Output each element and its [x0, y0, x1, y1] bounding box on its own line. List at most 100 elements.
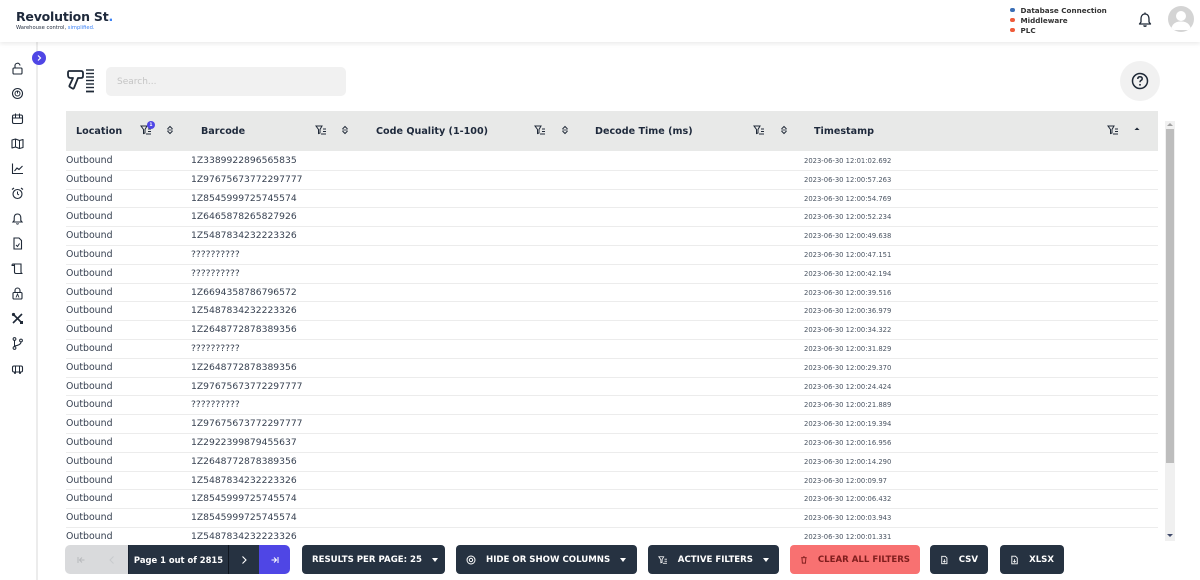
caret-down-icon	[620, 557, 627, 562]
export-csv-button[interactable]: CSV	[930, 545, 988, 574]
sort-icon[interactable]	[339, 124, 351, 136]
table-header: Location 1 Barcode Code Quality (1-100) …	[66, 111, 1158, 151]
table-row[interactable]: Outbound 1Z2922399879455637 2023-06-30 12:…	[66, 434, 1158, 453]
cell-timestamp: 2023-06-30 12:01:02.692	[804, 157, 892, 165]
git-branch-icon[interactable]	[11, 337, 24, 350]
table-row[interactable]: Outbound 1Z97675673772297777 2023-06-30 12…	[66, 415, 1158, 434]
table-row[interactable]: Outbound 1Z5487834232223326 2023-06-30 12:…	[66, 302, 1158, 322]
previous-page-button[interactable]	[96, 545, 128, 574]
filter-icon	[658, 555, 667, 564]
cell-location: Outbound	[66, 155, 113, 166]
trash-icon	[801, 555, 807, 564]
cell-barcode: 1Z8545999725745574	[191, 493, 297, 505]
cell-location: Outbound	[66, 211, 113, 223]
table-row[interactable]: Outbound 1Z8545999725745574 2023-06-30 12:…	[66, 190, 1158, 209]
chart-line-icon[interactable]	[11, 162, 24, 175]
scrollbar-thumb[interactable]	[1166, 129, 1174, 463]
table-row[interactable]: Outbound?????????? 2023-06-30 12:00:42.19…	[66, 265, 1158, 284]
column-header-location[interactable]: Location	[76, 111, 122, 151]
cell-location: Outbound	[66, 286, 113, 298]
table-row[interactable]: Outbound 1Z5487834232223326 2023-06-30 12:…	[66, 472, 1158, 491]
scroll-down-arrow-icon[interactable]	[1167, 534, 1173, 537]
table-row[interactable]: Outbound 1Z8545999725745574 2023-06-30 12:…	[66, 490, 1158, 510]
sort-icon[interactable]	[559, 124, 571, 136]
bell-icon[interactable]	[11, 212, 24, 225]
table-row[interactable]: Outbound 1Z6465878265827926 2023-06-30 12:…	[66, 208, 1158, 228]
filter-icon[interactable]	[534, 124, 546, 136]
last-page-button[interactable]	[259, 545, 290, 574]
filter-icon[interactable]	[1107, 124, 1119, 136]
column-header-decode-time[interactable]: Decode Time (ms)	[595, 111, 693, 151]
active-filters-button[interactable]: ACTIVE FILTERS	[648, 545, 779, 574]
lock-icon[interactable]	[11, 287, 24, 300]
bell-icon[interactable]	[1138, 12, 1152, 28]
cell-location: Outbound	[66, 248, 113, 260]
column-header-barcode[interactable]: Barcode	[201, 111, 245, 151]
export-xlsx-button[interactable]: XLSX	[1000, 545, 1064, 574]
cell-timestamp: 2023-06-30 12:00:36.979	[804, 307, 892, 316]
user-avatar-icon[interactable]	[1168, 6, 1194, 32]
cell-location: Outbound	[66, 361, 113, 373]
cell-barcode: 1Z6694358786796572	[191, 286, 297, 298]
cell-barcode: ??????????	[191, 399, 240, 411]
sort-icon[interactable]	[778, 124, 790, 136]
results-per-page-dropdown[interactable]: RESULTS PER PAGE: 25	[302, 545, 445, 574]
table-row[interactable]: Outbound 1Z3389922896565835 2023-06-30 12:…	[66, 152, 1158, 171]
hide-show-columns-button[interactable]: HIDE OR SHOW COLUMNS	[456, 545, 637, 574]
status-label: Middleware	[1020, 15, 1068, 25]
cell-barcode: 1Z5487834232223326	[191, 530, 297, 541]
cell-location: Outbound	[66, 267, 113, 279]
cell-location: Outbound	[66, 530, 113, 541]
package-icon[interactable]	[11, 112, 24, 125]
table-row[interactable]: Outbound 1Z2648772878389356 2023-06-30 12:…	[66, 359, 1158, 378]
last-page-icon	[271, 556, 278, 563]
first-page-button[interactable]	[65, 545, 97, 574]
sort-ascending-icon[interactable]	[1131, 124, 1143, 136]
cell-timestamp: 2023-06-30 12:00:14.290	[804, 457, 892, 466]
table-row[interactable]: Outbound 1Z97675673772297777 2023-06-30 12…	[66, 171, 1158, 190]
sidebar-toggle-button[interactable]	[32, 51, 46, 65]
cell-timestamp: 2023-06-30 12:00:03.943	[804, 514, 892, 523]
alarm-clock-icon[interactable]	[11, 187, 24, 200]
next-page-button[interactable]	[228, 545, 259, 574]
tagline-accent: simplified.	[67, 25, 95, 31]
table-row[interactable]: Outbound 1Z8545999725745574 2023-06-30 12:…	[66, 509, 1158, 528]
table-row[interactable]: Outbound 1Z5487834232223326 2023-06-30 12:…	[66, 528, 1158, 541]
map-icon[interactable]	[11, 137, 24, 150]
file-report-icon[interactable]	[11, 237, 24, 250]
table-row[interactable]: Outbound 1Z5487834232223326 2023-06-30 12:…	[66, 227, 1158, 246]
column-label: Code Quality (1-100)	[376, 125, 489, 137]
table-row[interactable]: Outbound?????????? 2023-06-30 12:00:31.82…	[66, 340, 1158, 359]
table-row[interactable]: Outbound 1Z2648772878389356 2023-06-30 12:…	[66, 453, 1158, 472]
table-row[interactable]: Outbound 1Z97675673772297777 2023-06-30 12…	[66, 378, 1158, 397]
table-row[interactable]: Outbound 1Z2648772878389356 2023-06-30 12:…	[66, 321, 1158, 340]
brand-name: Revolution St.	[16, 9, 113, 24]
filter-icon[interactable]	[753, 124, 765, 136]
tools-icon[interactable]	[11, 312, 24, 325]
help-button[interactable]	[1120, 61, 1160, 101]
pagination: Page 1 out of 2815	[65, 545, 290, 574]
filter-icon[interactable]	[315, 124, 327, 136]
file-download-icon	[941, 555, 948, 564]
cell-location: Outbound	[66, 230, 113, 242]
cell-timestamp: 2023-06-30 12:00:52.234	[804, 213, 892, 222]
table-scrollbar[interactable]	[1165, 121, 1175, 541]
column-header-code-quality[interactable]: Code Quality (1-100)	[376, 111, 488, 151]
table-row[interactable]: Outbound?????????? 2023-06-30 12:00:21.88…	[66, 396, 1158, 416]
cell-location: Outbound	[66, 474, 113, 486]
table-row[interactable]: Outbound?????????? 2023-06-30 12:00:47.15…	[66, 246, 1158, 265]
sort-icon[interactable]	[164, 124, 176, 136]
table-row[interactable]: Outbound 1Z6694358786796572 2023-06-30 12:…	[66, 284, 1158, 303]
cell-timestamp: 2023-06-30 12:00:21.889	[804, 401, 892, 410]
clear-all-filters-button[interactable]: CLEAR ALL FILTERS	[790, 545, 920, 574]
scroll-icon[interactable]	[11, 262, 24, 275]
brand-logo[interactable]: Revolution St. Warehouse control, simpli…	[16, 9, 113, 31]
unlock-icon[interactable]	[11, 62, 24, 75]
brand-tagline: Warehouse control, simplified.	[16, 25, 113, 31]
status-label: Database Connection	[1020, 5, 1107, 15]
search-input[interactable]	[106, 67, 346, 96]
forklift-icon[interactable]	[11, 362, 24, 375]
speedometer-icon[interactable]	[11, 87, 24, 100]
column-header-timestamp[interactable]: Timestamp	[814, 111, 874, 151]
scroll-up-arrow-icon[interactable]	[1167, 123, 1173, 126]
